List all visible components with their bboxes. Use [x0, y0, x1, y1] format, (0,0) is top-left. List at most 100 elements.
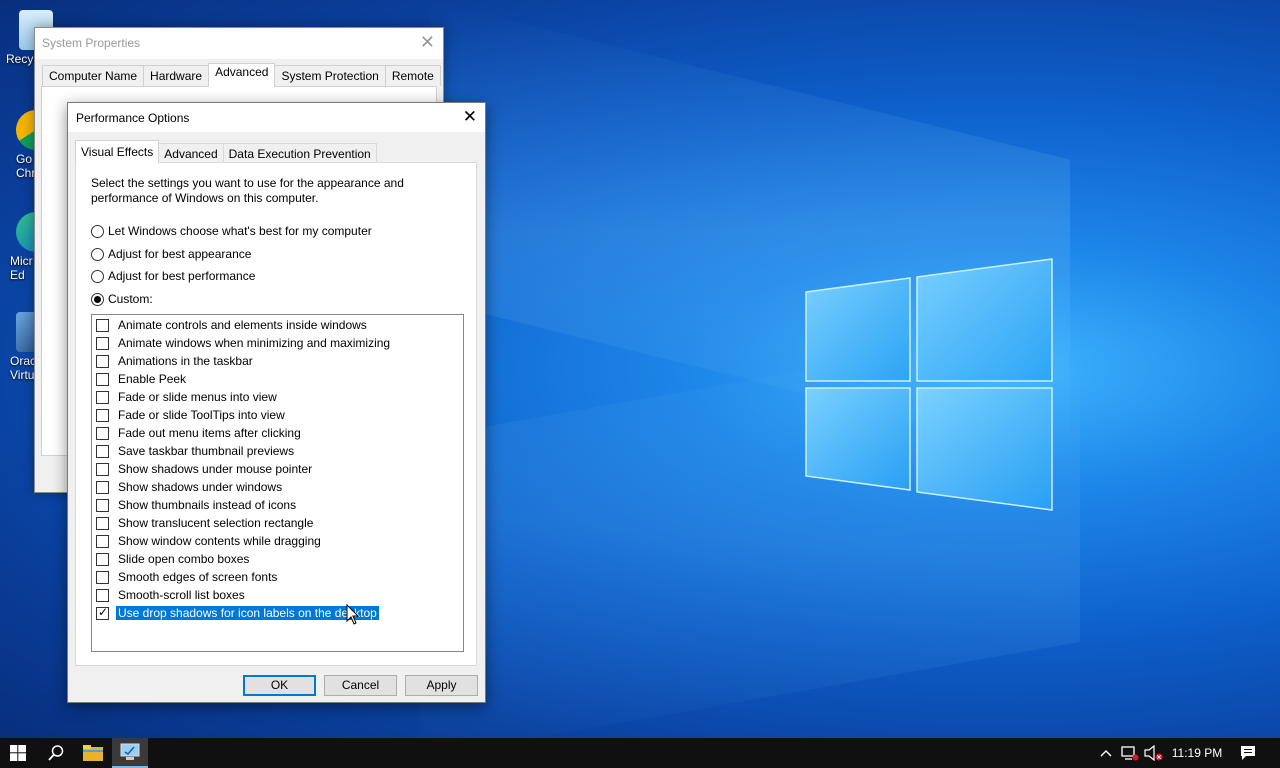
effect-label: Show shadows under windows [118, 480, 283, 494]
checkbox[interactable] [96, 516, 109, 530]
tab-computer-name[interactable]: Computer Name [42, 65, 145, 86]
effect-label: Fade or slide menus into view [118, 390, 277, 404]
effect-label: Animations in the taskbar [118, 354, 253, 368]
search-button[interactable] [38, 738, 74, 768]
radio-custom[interactable]: Custom: [91, 291, 153, 307]
mouse-cursor-icon [346, 604, 360, 625]
effect-label: Smooth-scroll list boxes [118, 588, 245, 602]
window-title: System Properties [42, 36, 141, 50]
dialog-title: Performance Options [76, 111, 190, 125]
effect-label: Slide open combo boxes [118, 552, 250, 566]
radio-button[interactable] [91, 224, 104, 238]
tab-data-execution-prevention[interactable]: Data Execution Prevention [222, 143, 377, 163]
radio-label: Custom: [108, 292, 153, 306]
windows-logo-wallpaper [805, 258, 1053, 511]
radio-button[interactable] [91, 292, 104, 306]
performance-options-dialog[interactable]: Performance Options ✕ Visual Effects Adv… [67, 102, 486, 703]
tab-remote[interactable]: Remote [384, 65, 441, 86]
effect-label: Show window contents while dragging [118, 534, 321, 548]
effect-option[interactable]: Use drop shadows for icon labels on the … [96, 604, 379, 622]
performance-options-tabs: Visual Effects Advanced Data Execution P… [68, 132, 485, 163]
checkbox[interactable] [96, 390, 109, 404]
radio-best-performance[interactable]: Adjust for best performance [91, 268, 255, 284]
effect-label: Use drop shadows for icon labels on the … [116, 606, 379, 620]
radio-button[interactable] [91, 247, 104, 261]
checkbox[interactable] [96, 336, 109, 350]
radio-label: Adjust for best performance [108, 269, 256, 283]
windows-start-icon [10, 745, 26, 761]
search-icon [48, 745, 64, 761]
visual-effects-list[interactable]: Animate controls and elements inside win… [91, 314, 464, 652]
clock[interactable]: 11:19 PM [1168, 738, 1226, 768]
effect-label: Show shadows under mouse pointer [118, 462, 313, 476]
taskbar: 11:19 PM [0, 738, 1280, 768]
effect-option[interactable]: Save taskbar thumbnail previews [96, 442, 296, 460]
system-properties-icon [120, 743, 140, 760]
checkbox[interactable] [96, 426, 109, 440]
file-explorer-icon [83, 745, 103, 761]
tab-system-protection[interactable]: System Protection [274, 65, 386, 86]
close-icon[interactable]: ✕ [463, 107, 477, 127]
effect-option[interactable]: Animate windows when minimizing and maxi… [96, 334, 392, 352]
effect-option[interactable]: Animate controls and elements inside win… [96, 316, 369, 334]
effect-option[interactable]: Show shadows under windows [96, 478, 284, 496]
performance-options-titlebar[interactable]: Performance Options ✕ [68, 103, 485, 132]
checkbox[interactable] [96, 372, 109, 386]
effect-option[interactable]: Show shadows under mouse pointer [96, 460, 314, 478]
effect-label: Enable Peek [118, 372, 187, 386]
volume-button[interactable] [1143, 738, 1165, 768]
effect-option[interactable]: Smooth-scroll list boxes [96, 586, 247, 604]
effect-option[interactable]: Fade out menu items after clicking [96, 424, 303, 442]
ok-button[interactable]: OK [243, 675, 316, 696]
file-explorer-button[interactable] [74, 738, 112, 768]
start-button[interactable] [0, 738, 36, 768]
tab-advanced[interactable]: Advanced [208, 63, 276, 87]
tab-visual-effects[interactable]: Visual Effects [75, 140, 160, 163]
radio-let-windows-choose[interactable]: Let Windows choose what's best for my co… [91, 223, 372, 239]
network-button[interactable] [1120, 738, 1140, 768]
effect-option[interactable]: Enable Peek [96, 370, 188, 388]
radio-button[interactable] [91, 269, 104, 283]
effect-label: Smooth edges of screen fonts [118, 570, 278, 584]
visual-effects-panel: Select the settings you want to use for … [75, 162, 477, 666]
tab-hardware[interactable]: Hardware [143, 65, 210, 86]
checkbox[interactable] [96, 605, 109, 620]
effect-option[interactable]: Slide open combo boxes [96, 550, 251, 568]
effect-label: Animate controls and elements inside win… [118, 318, 367, 332]
effect-option[interactable]: Show thumbnails instead of icons [96, 496, 298, 514]
checkbox[interactable] [96, 534, 109, 548]
system-properties-taskbar-button[interactable] [112, 738, 148, 768]
action-center-button[interactable] [1234, 738, 1262, 768]
description-text: Select the settings you want to use for … [91, 176, 404, 205]
radio-best-appearance[interactable]: Adjust for best appearance [91, 246, 251, 262]
effect-option[interactable]: Fade or slide ToolTips into view [96, 406, 287, 424]
radio-label: Adjust for best appearance [108, 247, 252, 261]
apply-button[interactable]: Apply [405, 675, 478, 696]
checkbox[interactable] [96, 318, 109, 332]
checkbox[interactable] [96, 354, 109, 368]
effect-label: Animate windows when minimizing and maxi… [118, 336, 391, 350]
checkbox[interactable] [96, 408, 109, 422]
radio-label: Let Windows choose what's best for my co… [108, 224, 372, 238]
checkbox[interactable] [96, 480, 109, 494]
checkbox[interactable] [96, 444, 109, 458]
system-properties-tabs: Computer Name Hardware Advanced System P… [35, 59, 443, 87]
effect-option[interactable]: Show window contents while dragging [96, 532, 323, 550]
checkbox[interactable] [96, 570, 109, 584]
effect-option[interactable]: Fade or slide menus into view [96, 388, 279, 406]
close-icon[interactable]: ✕ [420, 32, 435, 53]
effect-option[interactable]: Smooth edges of screen fonts [96, 568, 279, 586]
checkbox[interactable] [96, 588, 109, 602]
network-icon [1121, 746, 1139, 761]
effect-option[interactable]: Animations in the taskbar [96, 352, 255, 370]
system-properties-titlebar[interactable]: System Properties ✕ [35, 28, 443, 59]
checkbox[interactable] [96, 498, 109, 512]
effect-label: Save taskbar thumbnail previews [118, 444, 295, 458]
cancel-button[interactable]: Cancel [324, 675, 397, 696]
effect-option[interactable]: Show translucent selection rectangle [96, 514, 315, 532]
show-hidden-icons-button[interactable] [1096, 738, 1116, 768]
tab-advanced[interactable]: Advanced [158, 143, 224, 163]
checkbox[interactable] [96, 462, 109, 476]
volume-muted-icon [1144, 745, 1163, 761]
checkbox[interactable] [96, 552, 109, 566]
